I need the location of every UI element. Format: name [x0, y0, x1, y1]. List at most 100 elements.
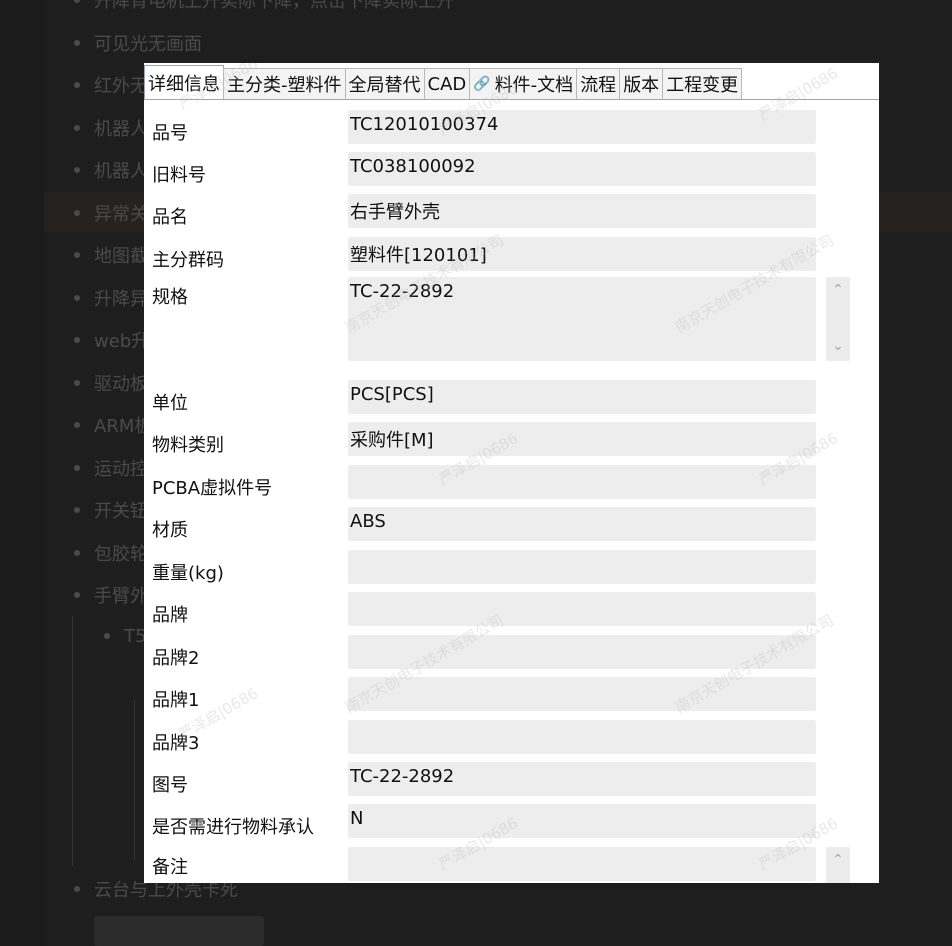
background-list-item: 地图截: [74, 242, 148, 268]
bullet-icon: [74, 507, 80, 513]
field-input[interactable]: [348, 465, 816, 499]
tab-5[interactable]: 流程: [576, 68, 621, 99]
background-sub-tree-line-2: [134, 700, 141, 860]
background-list-item-text: 升降背电机上升实际下降，点击下降实际上升: [94, 0, 454, 12]
paperclip-icon: 🔗: [473, 76, 491, 92]
tab-1[interactable]: 主分类-塑料件: [223, 68, 346, 99]
bullet-icon: [74, 379, 80, 386]
field-input[interactable]: TC038100092: [348, 152, 816, 186]
field-input[interactable]: [348, 592, 816, 626]
field-input[interactable]: [348, 720, 816, 754]
field-label: 旧料号: [152, 165, 206, 186]
background-list-item: 红外无: [74, 72, 148, 98]
field-label: 是否需进行物料承认: [152, 817, 314, 838]
background-list-item: 包胶轮: [74, 540, 148, 566]
field-label: 主分群码: [152, 250, 224, 271]
bullet-icon: [74, 549, 80, 556]
background-list-item-text: 手臂外: [94, 586, 148, 607]
chevron-down-icon[interactable]: ⌄: [831, 339, 845, 353]
background-list-item: 升降背电机上升实际下降，点击下降实际上升: [74, 0, 454, 13]
tab-6[interactable]: 版本: [619, 68, 664, 99]
item-detail-dialog: 详细信息 主分类-塑料件 全局替代 CAD 🔗 料件-文档 流程 版本 工程变更 品号 TC120…: [144, 63, 879, 883]
tab-label: 详细信息: [148, 73, 220, 95]
tab-7[interactable]: 工程变更: [662, 68, 743, 99]
background-list-item: 可见光无画面: [74, 30, 202, 56]
background-list-item-text: 机器人: [94, 161, 148, 182]
background-list-item-text: 红外无: [94, 76, 148, 97]
field-input[interactable]: 采购件[M]: [348, 422, 816, 456]
field-input[interactable]: TC-22-2892: [348, 762, 816, 796]
background-list-item: web升: [74, 327, 149, 353]
background-list-item: 运动控: [74, 455, 148, 481]
field-label: 品牌1: [152, 690, 200, 711]
background-list-item: 开关钮: [74, 497, 148, 523]
bullet-icon: [104, 633, 110, 639]
bullet-icon: [74, 294, 80, 301]
field-input[interactable]: [348, 677, 816, 711]
tab-4[interactable]: 🔗 料件-文档: [469, 68, 578, 99]
tab-bar: 详细信息 主分类-塑料件 全局替代 CAD 🔗 料件-文档 流程 版本 工程变更: [144, 65, 879, 100]
background-list-item: 驱动板: [74, 370, 148, 396]
tab-0[interactable]: 详细信息: [144, 65, 224, 99]
bullet-icon: [74, 82, 80, 88]
background-list-item-text: 机器人: [94, 118, 148, 140]
field-input[interactable]: [348, 847, 816, 881]
field-label: 品牌: [152, 605, 188, 626]
bullet-icon: [74, 464, 80, 471]
background-thumbnail: [94, 916, 264, 946]
background-list-item: 手臂外: [74, 582, 148, 608]
tab-label: CAD: [427, 73, 467, 95]
field-input[interactable]: [348, 635, 816, 669]
background-list-item-text: 异常关: [94, 203, 148, 225]
background-list-item: 升降异: [74, 285, 148, 311]
field-label: 品名: [152, 207, 188, 228]
background-list-item-text: 地图截: [94, 246, 148, 267]
field-input[interactable]: [348, 550, 816, 584]
field-input[interactable]: N: [348, 804, 816, 838]
field-input[interactable]: 右手臂外壳: [348, 194, 816, 228]
background-list-item: 异常关: [74, 200, 148, 226]
tab-label: 主分类-塑料件: [227, 75, 342, 96]
tab-label: 版本: [623, 75, 660, 96]
field-input[interactable]: TC12010100374: [348, 110, 816, 144]
bullet-icon: [74, 886, 80, 892]
bullet-icon: [74, 167, 80, 173]
tab-label: 工程变更: [666, 75, 739, 96]
field-label: 重量(kg): [152, 563, 224, 584]
background-list-item-text: 运动控: [94, 458, 148, 480]
bullet-icon: [74, 0, 80, 3]
field-scrollbar[interactable]: ⌃ ⌄: [826, 277, 850, 361]
field-input[interactable]: 塑料件[120101]: [348, 237, 816, 271]
field-input[interactable]: TC-22-2892: [348, 277, 816, 361]
field-label: 图号: [152, 775, 188, 796]
field-label: 品号: [152, 123, 188, 144]
background-list-item-text: 升降异: [94, 288, 148, 310]
bullet-icon: [74, 422, 80, 428]
field-scrollbar[interactable]: ⌃: [826, 847, 850, 883]
bullet-icon: [74, 252, 80, 258]
background-sub-item: T5: [104, 623, 146, 649]
background-list-item-text: 开关钮: [94, 501, 148, 522]
background-list-item-text: 驱动板: [94, 373, 148, 395]
bullet-icon: [74, 39, 80, 46]
field-label: PCBA虚拟件号: [152, 478, 273, 499]
bullet-icon: [74, 209, 80, 216]
background-list-item-text: web升: [94, 331, 150, 352]
chevron-up-icon[interactable]: ⌃: [831, 853, 845, 867]
tab-2[interactable]: 全局替代: [344, 68, 425, 99]
field-label: 单位: [152, 393, 188, 414]
tab-3[interactable]: CAD: [423, 68, 471, 99]
field-label: 规格: [152, 287, 188, 308]
background-list-item: 机器人: [74, 157, 148, 183]
field-input[interactable]: PCS[PCS]: [348, 380, 816, 414]
field-label: 品牌2: [152, 648, 200, 669]
tab-label: 料件-文档: [494, 75, 574, 96]
chevron-up-icon[interactable]: ⌃: [831, 283, 845, 297]
background-list-item-text: 可见光无画面: [94, 33, 202, 55]
bullet-icon: [74, 337, 80, 343]
field-label: 物料类别: [152, 435, 224, 456]
background-sub-tree-line: [72, 616, 79, 866]
field-input[interactable]: ABS: [348, 507, 816, 541]
field-label: 材质: [152, 520, 188, 541]
background-list-item-text: 包胶轮: [94, 543, 148, 565]
